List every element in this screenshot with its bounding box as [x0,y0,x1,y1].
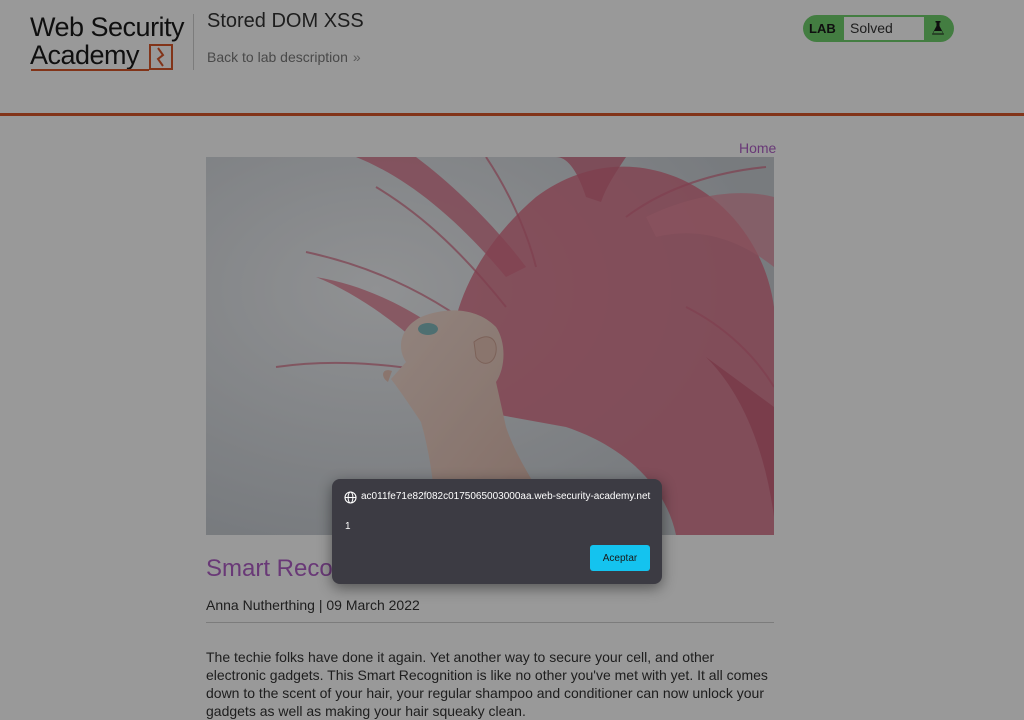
page: Web Security Academy Stored DOM XSS Back… [0,0,1024,720]
alert-message: 1 [345,521,351,532]
globe-icon [344,491,357,504]
alert-origin: ac011fe71e82f082c0175065003000aa.web-sec… [361,491,651,502]
modal-overlay [0,0,1024,720]
alert-dialog: ac011fe71e82f082c0175065003000aa.web-sec… [332,479,662,584]
alert-accept-button[interactable]: Aceptar [590,545,650,571]
